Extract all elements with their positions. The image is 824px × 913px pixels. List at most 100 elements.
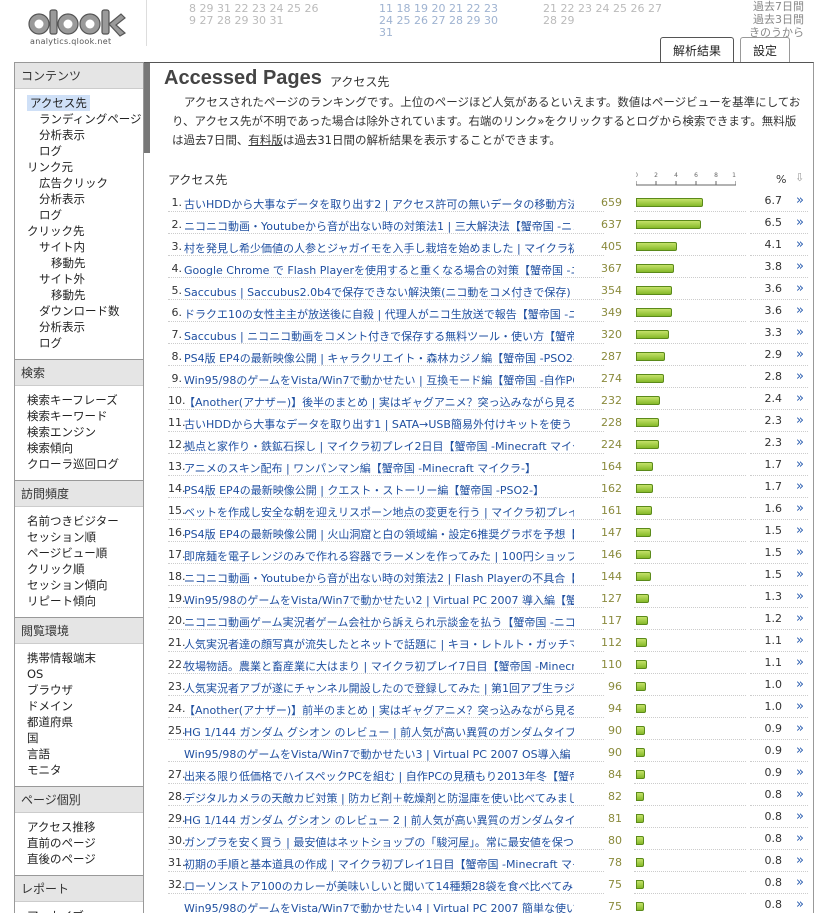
search-log-chevron-icon[interactable]: » (796, 325, 804, 340)
page-link[interactable]: 人気実況者アブが遂にチャンネル開設したので登録してみた | 第1回アブ生ラジオの… (184, 680, 574, 696)
page-link[interactable]: ローソンストア100のカレーが美味いしいと聞いて14種類28袋を食べ比べてみた … (184, 878, 574, 894)
sidebar-item[interactable]: 移動先 (27, 255, 143, 271)
page-link[interactable]: HG 1/144 ガンダム グシオン のレビュー 2 | 前人気が高い異質のガン… (184, 812, 574, 828)
tab-settings[interactable]: 設定 (740, 37, 791, 63)
sidebar-item[interactable]: ログ (27, 207, 143, 223)
sidebar-item[interactable]: 検索傾向 (27, 440, 143, 456)
sidebar-item[interactable]: クリック先 (27, 223, 143, 239)
search-log-chevron-icon[interactable]: » (796, 347, 804, 362)
sidebar-item[interactable]: サイト外 (27, 271, 143, 287)
search-log-chevron-icon[interactable]: » (796, 479, 804, 494)
sidebar-item[interactable]: 移動先 (27, 287, 143, 303)
page-link[interactable]: ニコニコ動画・Youtubeから音が出ない時の対策法1 | 三大解決法【蟹帝国 … (184, 218, 574, 234)
search-log-chevron-icon[interactable]: » (796, 215, 804, 230)
page-link[interactable]: ドラクエ10の女性主主が放送後に自殺 | 代理人がニコ生放送で報告【蟹帝国 -ニ… (184, 306, 574, 322)
search-log-chevron-icon[interactable]: » (796, 281, 804, 296)
sidebar-item[interactable]: ブラウザ (27, 682, 143, 698)
sidebar-item[interactable]: 検索キーフレーズ (27, 392, 143, 408)
page-link[interactable]: Win95/98のゲームをVista/Win7で動かせたい2 | Virtual… (184, 592, 574, 608)
search-log-chevron-icon[interactable]: » (796, 743, 804, 758)
sidebar-item[interactable]: OS (27, 666, 143, 682)
search-log-chevron-icon[interactable]: » (796, 897, 804, 912)
sidebar-item[interactable]: 直後のページ (27, 851, 143, 867)
sidebar-item[interactable]: 携帯情報端末 (27, 650, 143, 666)
sidebar-item[interactable]: ダウンロード数 (27, 303, 143, 319)
sidebar-item[interactable]: サイト内 (27, 239, 143, 255)
page-link[interactable]: 即席麺を電子レンジのみで作れる容器でラーメンを作ってみた | 100円ショップの… (184, 548, 574, 564)
sidebar-item[interactable]: ランディングページ (27, 111, 143, 127)
tab-results[interactable]: 解析結果 (660, 37, 735, 63)
search-log-chevron-icon[interactable]: » (796, 721, 804, 736)
sidebar-item[interactable]: 分析表示 (27, 127, 143, 143)
sidebar-item[interactable]: クリック順 (27, 561, 143, 577)
sidebar-item[interactable]: アクセス推移 (27, 819, 143, 835)
page-link[interactable]: Saccubus | ニコニコ動画をコメント付きで保存する無料ツール・使い方【蟹… (184, 328, 574, 344)
sidebar-item[interactable]: 検索キーワード (27, 408, 143, 424)
page-link[interactable]: PS4版 EP4の最新映像公開 | 火山洞窟と白の領域編・設定6推奨グラボを予想… (184, 526, 574, 542)
sidebar-item[interactable]: アクセス先 (27, 95, 143, 111)
search-log-chevron-icon[interactable]: » (796, 853, 804, 868)
page-link[interactable]: 村を発見し希少価値の人参とジャガイモを入手し栽培を始めました | マイクラ初プレ… (184, 240, 574, 256)
search-log-chevron-icon[interactable]: » (796, 303, 804, 318)
page-link[interactable]: PS4版 EP4の最新映像公開 | クエスト・ストーリー編【蟹帝国 -PSO2-… (184, 482, 574, 498)
range-3days[interactable]: 過去3日間 (749, 13, 804, 26)
search-log-chevron-icon[interactable]: » (796, 765, 804, 780)
search-log-chevron-icon[interactable]: » (796, 523, 804, 538)
sidebar-item[interactable]: ログ (27, 335, 143, 351)
page-link[interactable]: 古いHDDから大事なデータを取り出す1 | SATA→USB簡易外付けキットを使… (184, 416, 574, 432)
sidebar-item[interactable]: 分析表示 (27, 191, 143, 207)
search-log-chevron-icon[interactable]: » (796, 611, 804, 626)
page-link[interactable]: 出来る限り低価格でハイスペックPCを組む | 自作PCの見積もり2013年冬【蟹… (184, 768, 574, 784)
sidebar-item[interactable]: 広告クリック (27, 175, 143, 191)
search-log-chevron-icon[interactable]: » (796, 259, 804, 274)
page-link[interactable]: 【Another(アナザー)】後半のまとめ | 実はギャグアニメ？突っ込みながら… (184, 394, 574, 410)
page-link[interactable]: HG 1/144 ガンダム グシオン のレビュー | 前人気が高い異質のガンダム… (184, 724, 574, 740)
sidebar-item[interactable]: リンク元 (27, 159, 143, 175)
search-log-chevron-icon[interactable]: » (796, 545, 804, 560)
sidebar-item[interactable]: 直前のページ (27, 835, 143, 851)
sidebar-item[interactable]: 名前つきビジター (27, 513, 143, 529)
sidebar-item[interactable]: 分析表示 (27, 319, 143, 335)
page-link[interactable]: Google Chrome で Flash Playerを使用すると重くなる場合… (184, 262, 574, 278)
search-log-chevron-icon[interactable]: » (796, 589, 804, 604)
sidebar-item[interactable]: 国 (27, 730, 143, 746)
search-log-chevron-icon[interactable]: » (796, 809, 804, 824)
search-log-chevron-icon[interactable]: » (796, 655, 804, 670)
range-7days[interactable]: 過去7日間 (749, 0, 804, 13)
sidebar-item[interactable]: 都道府県 (27, 714, 143, 730)
page-link[interactable]: 牧場物語。農業と畜産業に大はまり | マイクラ初プレイ7日目【蟹帝国 -Mine… (184, 658, 574, 674)
page-link[interactable]: Win95/98のゲームをVista/Win7で動かせたい4 | Virtual… (184, 900, 574, 913)
sidebar-item[interactable]: クローラ巡回ログ (27, 456, 143, 472)
page-link[interactable]: Saccubus | Saccubus2.0b4で保存できない解決策(ニコ動をコ… (184, 284, 574, 300)
page-link[interactable]: 【Another(アナザー)】前半のまとめ | 実はギャグアニメ？突っ込みながら… (184, 702, 574, 718)
search-log-chevron-icon[interactable]: » (796, 369, 804, 384)
search-log-chevron-icon[interactable]: » (796, 237, 804, 252)
search-log-chevron-icon[interactable]: » (796, 875, 804, 890)
sidebar-item[interactable]: アーカイブ (27, 908, 143, 913)
search-log-chevron-icon[interactable]: » (796, 567, 804, 582)
search-log-chevron-icon[interactable]: » (796, 193, 804, 208)
page-link[interactable]: ニコニコ動画・Youtubeから音が出ない時の対策法2 | Flash Play… (184, 570, 574, 586)
search-log-chevron-icon[interactable]: » (796, 391, 804, 406)
search-log-chevron-icon[interactable]: » (796, 677, 804, 692)
page-link[interactable]: ベットを作成し安全な朝を迎えリスポーン地点の変更を行う | マイクラ初プレイ5日… (184, 504, 574, 520)
sidebar-item[interactable]: 言語 (27, 746, 143, 762)
sidebar-item[interactable]: セッション順 (27, 529, 143, 545)
search-log-chevron-icon[interactable]: » (796, 501, 804, 516)
page-link[interactable]: PS4版 EP4の最新映像公開 | キャラクリエイト・森林カジノ編【蟹帝国 -P… (184, 350, 574, 366)
sidebar-item[interactable]: リピート傾向 (27, 593, 143, 609)
paid-version-link[interactable]: 有料版 (248, 133, 283, 147)
page-link[interactable]: 人気実況者達の顔写真が流失したとネットで話題に | キヨ・レトルト・ガッチマン・… (184, 636, 574, 652)
search-log-chevron-icon[interactable]: » (796, 435, 804, 450)
search-log-chevron-icon[interactable]: » (796, 413, 804, 428)
search-log-chevron-icon[interactable]: » (796, 831, 804, 846)
page-link[interactable]: Win95/98のゲームをVista/Win7で動かせたい3 | Virtual… (184, 746, 574, 762)
page-link[interactable]: デジタルカメラの天敵カビ対策 | 防カビ剤＋乾燥剤と防湿庫を使い比べてみました【… (184, 790, 574, 806)
page-link[interactable]: ニコニコ動画ゲーム実況者ゲーム会社から訴えられ示談金を払う【蟹帝国 -ニコニコ動… (184, 614, 574, 630)
page-link[interactable]: アニメのスキン配布 | ワンパンマン編【蟹帝国 -Minecraft マイクラ-… (184, 460, 574, 476)
search-log-chevron-icon[interactable]: » (796, 699, 804, 714)
page-link[interactable]: 古いHDDから大事なデータを取り出す2 | アクセス許可の無いデータの移動方法【… (184, 196, 574, 212)
sidebar-item[interactable]: 検索エンジン (27, 424, 143, 440)
sidebar-item[interactable]: ページビュー順 (27, 545, 143, 561)
page-link[interactable]: 初期の手順と基本道具の作成 | マイクラ初プレイ1日目【蟹帝国 -Minecra… (184, 856, 574, 872)
